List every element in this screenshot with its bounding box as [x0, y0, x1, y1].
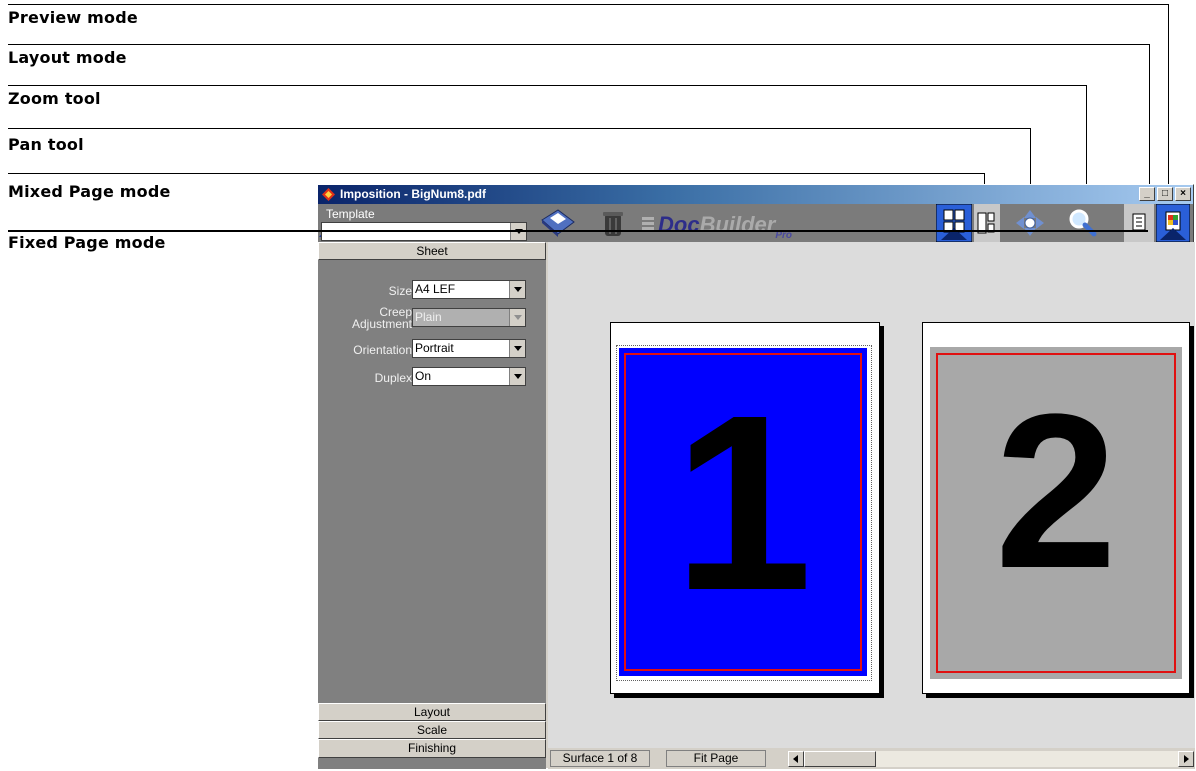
- leader-preview-vertical: [1168, 4, 1169, 198]
- chevron-down-icon[interactable]: [509, 368, 525, 385]
- maximize-button[interactable]: □: [1157, 187, 1173, 201]
- mixed-page-mode-icon[interactable]: [936, 204, 972, 242]
- page-1-background: 1: [619, 348, 867, 676]
- chevron-down-icon[interactable]: [509, 340, 525, 357]
- preview-mode-icon[interactable]: [1156, 204, 1190, 242]
- pan-tool-icon[interactable]: [1010, 204, 1050, 242]
- window-title: Imposition - BigNum8.pdf: [340, 187, 486, 201]
- preview-canvas[interactable]: 1 2: [548, 242, 1195, 748]
- finishing-section-button[interactable]: Finishing: [318, 739, 546, 758]
- imposition-window: Imposition - BigNum8.pdf _ □ × Template: [317, 184, 1195, 769]
- horizontal-scrollbar-thumb[interactable]: [804, 751, 876, 767]
- callout-zoom-tool: Zoom tool: [8, 89, 101, 108]
- zoom-tool-icon[interactable]: [1064, 204, 1100, 242]
- docbuilder-brand: DocBuilderPro: [658, 212, 792, 241]
- toolbar: Template DocBuilderPro: [318, 204, 1193, 242]
- close-button[interactable]: ×: [1175, 187, 1191, 201]
- size-select[interactable]: A4 LEF: [412, 280, 526, 299]
- creep-adjustment-value: Plain: [415, 310, 442, 324]
- chevron-down-icon[interactable]: [509, 281, 525, 298]
- leader-layout-horizontal: [8, 44, 1149, 45]
- size-value: A4 LEF: [415, 282, 456, 296]
- surface-indicator: Surface 1 of 8: [550, 750, 650, 767]
- page-2-number: 2: [994, 368, 1118, 614]
- chevron-down-icon[interactable]: [509, 309, 525, 326]
- chevron-right-icon: [1184, 755, 1189, 763]
- scroll-left-button[interactable]: [788, 751, 804, 767]
- orientation-label: Orientation: [353, 343, 412, 357]
- page-2-background: 2: [930, 347, 1182, 679]
- layout-section-button[interactable]: Layout: [318, 703, 546, 721]
- creep-adjustment-select[interactable]: Plain: [412, 308, 526, 327]
- leader-preview-horizontal: [8, 4, 1168, 5]
- fixed-page-mode-icon[interactable]: [974, 204, 1000, 242]
- brand-logo-icon: [642, 217, 654, 230]
- duplex-value: On: [415, 369, 432, 383]
- creep-adjustment-label: Creep Adjustment: [351, 305, 412, 331]
- size-label: Size: [388, 284, 412, 298]
- sheet-section-button[interactable]: Sheet: [318, 242, 546, 260]
- template-label: Template: [326, 207, 375, 221]
- callout-pan-tool: Pan tool: [8, 135, 84, 154]
- leader-fixed-horizontal: [8, 230, 1148, 232]
- orientation-value: Portrait: [415, 341, 454, 355]
- brand-doc: Doc: [658, 212, 700, 237]
- page-1-content: 1: [616, 345, 872, 681]
- page-sheet-1[interactable]: 1: [610, 322, 880, 694]
- page-sheet-2[interactable]: 2: [922, 322, 1190, 694]
- leader-zoom-horizontal: [8, 85, 1086, 86]
- orientation-select[interactable]: Portrait: [412, 339, 526, 358]
- page-1-number: 1: [673, 363, 813, 642]
- status-bar: Surface 1 of 8 Fit Page: [548, 748, 1195, 769]
- duplex-select[interactable]: On: [412, 367, 526, 386]
- callout-fixed-page-mode: Fixed Page mode: [8, 233, 166, 252]
- app-icon: [322, 188, 335, 201]
- brand-builder: Builder: [699, 212, 776, 237]
- minimize-button[interactable]: _: [1139, 187, 1155, 201]
- trash-icon[interactable]: [596, 204, 630, 242]
- layout-mode-icon[interactable]: [1124, 204, 1154, 242]
- chevron-left-icon: [793, 755, 798, 763]
- leader-pan-horizontal: [8, 128, 1030, 129]
- leader-mixed-horizontal: [8, 173, 984, 174]
- title-bar[interactable]: Imposition - BigNum8.pdf _ □ ×: [318, 185, 1193, 204]
- fit-page-button[interactable]: Fit Page: [666, 750, 766, 767]
- save-icon[interactable]: [536, 204, 580, 242]
- scroll-right-button[interactable]: [1178, 751, 1194, 767]
- callout-preview-mode: Preview mode: [8, 8, 138, 27]
- callout-mixed-page-mode: Mixed Page mode: [8, 182, 171, 201]
- duplex-label: Duplex: [374, 371, 412, 385]
- scale-section-button[interactable]: Scale: [318, 721, 546, 739]
- callout-layout-mode: Layout mode: [8, 48, 127, 67]
- settings-panel: Sheet Size A4 LEF Creep Adjustment Plain…: [318, 242, 546, 769]
